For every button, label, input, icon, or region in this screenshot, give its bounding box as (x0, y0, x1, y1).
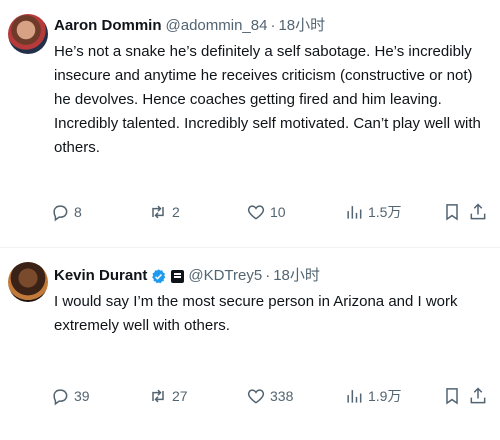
views-icon (347, 206, 362, 219)
separator: · (265, 267, 271, 284)
like-count: 10 (270, 204, 286, 220)
share-icon (470, 387, 486, 404)
share-button[interactable] (468, 386, 488, 406)
retweet-count: 27 (172, 388, 188, 404)
user-handle[interactable]: @adommin_84 (166, 16, 268, 36)
action-bar: 39 27 338 1.9万 (50, 384, 490, 408)
avatar[interactable] (8, 262, 48, 302)
affiliate-icon (171, 269, 185, 283)
display-name[interactable]: Aaron Dommin (54, 16, 162, 36)
tweet[interactable]: Aaron Dommin @adommin_84 · 18小时 He’s not… (0, 0, 500, 248)
bookmark-icon (446, 204, 458, 221)
verified-icon (150, 268, 167, 285)
like-icon (247, 389, 265, 404)
bookmark-icon (446, 388, 458, 405)
reply-count: 8 (74, 204, 82, 220)
like-count: 338 (270, 388, 294, 404)
views-count: 1.9万 (368, 388, 402, 404)
share-button[interactable] (468, 202, 488, 222)
reply-icon (53, 205, 68, 222)
views-icon (347, 390, 362, 403)
views-button[interactable]: 1.5万 (344, 202, 401, 222)
action-bar: 8 2 10 1.5万 (50, 200, 490, 224)
bookmark-button[interactable] (442, 202, 462, 222)
bookmark-button[interactable] (442, 386, 462, 406)
retweet-icon (152, 389, 164, 403)
retweet-button[interactable]: 27 (148, 386, 188, 406)
tweet-header: Kevin Durant @KDTrey5 · 18小时 (54, 266, 488, 286)
timestamp[interactable]: 18小时 (278, 16, 325, 36)
reply-button[interactable]: 8 (50, 202, 82, 222)
reply-button[interactable]: 39 (50, 386, 90, 406)
user-handle[interactable]: @KDTrey5 (188, 266, 262, 286)
like-button[interactable]: 338 (246, 386, 293, 406)
tweet-text: He’s not a snake he’s definitely a self … (54, 43, 481, 156)
retweet-button[interactable]: 2 (148, 202, 180, 222)
like-button[interactable]: 10 (246, 202, 286, 222)
retweet-icon (152, 205, 164, 219)
reply-count: 39 (74, 388, 90, 404)
separator: · (270, 17, 276, 34)
share-icon (470, 203, 486, 220)
like-icon (247, 205, 265, 220)
tweet-text: I would say I’m the most secure person i… (54, 293, 458, 334)
tweet-header: Aaron Dommin @adommin_84 · 18小时 (54, 16, 488, 36)
views-button[interactable]: 1.9万 (344, 386, 401, 406)
timestamp[interactable]: 18小时 (273, 266, 320, 286)
display-name[interactable]: Kevin Durant (54, 266, 147, 286)
reply-icon (53, 389, 68, 406)
views-count: 1.5万 (368, 204, 402, 220)
avatar[interactable] (8, 14, 48, 54)
tweet[interactable]: Kevin Durant @KDTrey5 · 18小时 I would say… (0, 248, 500, 440)
retweet-count: 2 (172, 204, 180, 220)
